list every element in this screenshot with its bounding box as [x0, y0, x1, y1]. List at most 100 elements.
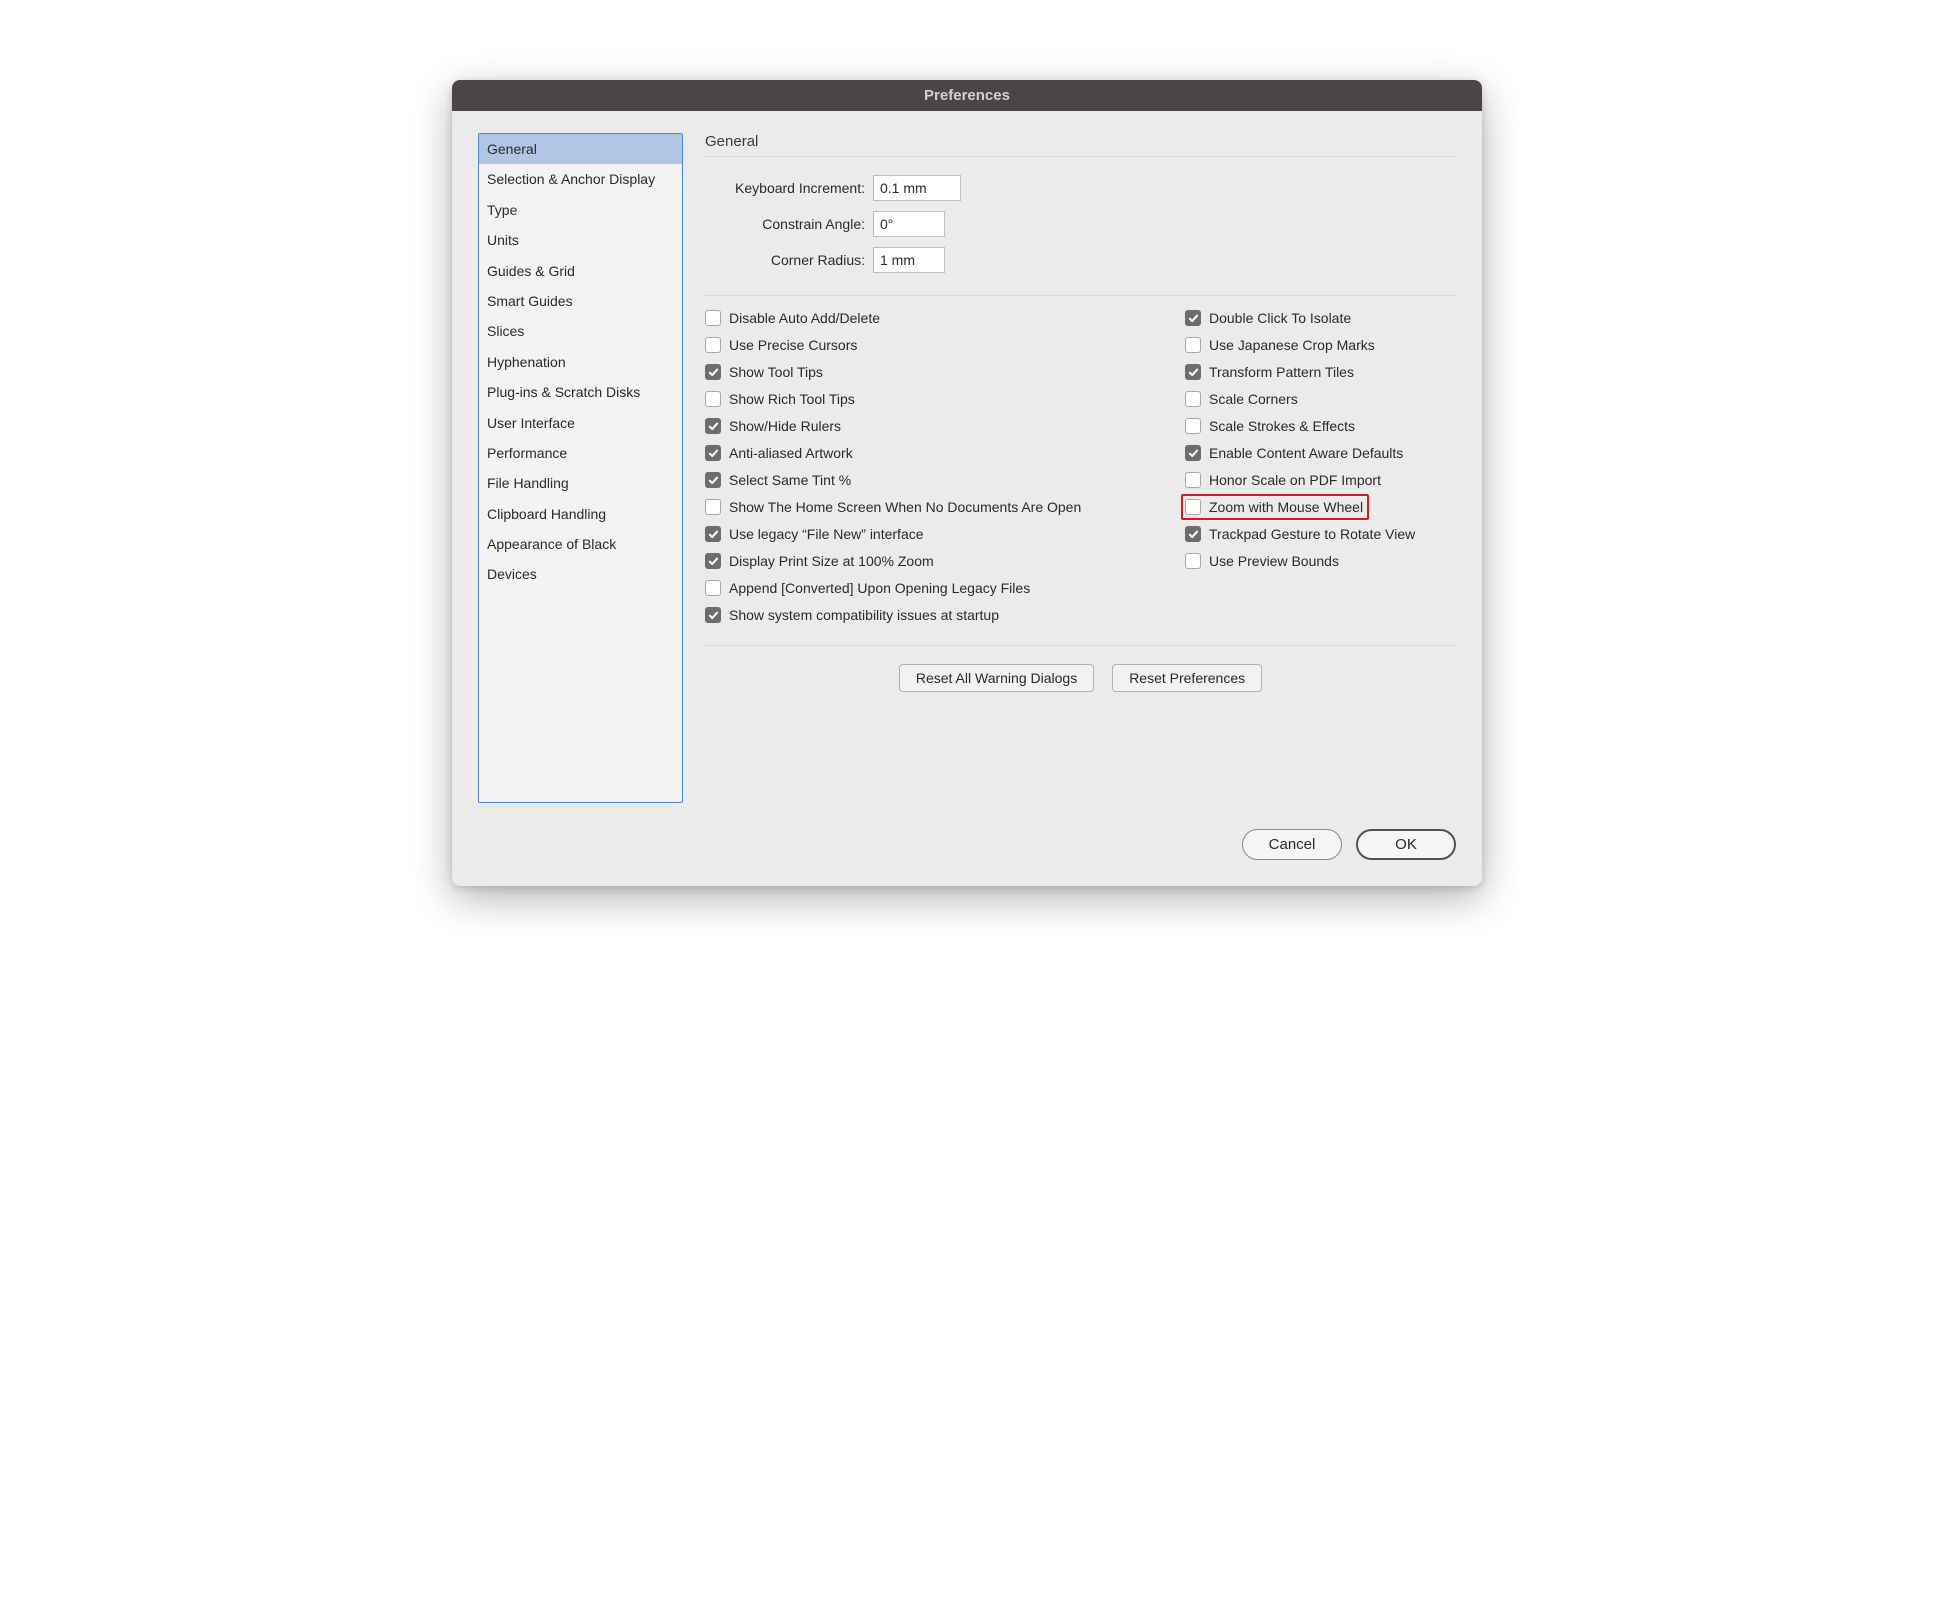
checkbox-box[interactable] [705, 418, 721, 434]
checkbox-zoom-with-mouse-wheel[interactable]: Zoom with Mouse Wheel [1185, 499, 1363, 515]
checkbox-box[interactable] [705, 607, 721, 623]
checkbox-anti-aliased-artwork[interactable]: Anti-aliased Artwork [705, 445, 1171, 461]
checkbox-box[interactable] [705, 391, 721, 407]
checkbox-label: Trackpad Gesture to Rotate View [1209, 526, 1415, 542]
checkbox-disable-auto-add-delete[interactable]: Disable Auto Add/Delete [705, 310, 1171, 326]
checkbox-column-left: Disable Auto Add/Delete Use Precise Curso… [705, 310, 1171, 623]
checkbox-box[interactable] [1185, 418, 1201, 434]
checkbox-use-japanese-crop-marks[interactable]: Use Japanese Crop Marks [1185, 337, 1456, 353]
checkbox-select-same-tint[interactable]: Select Same Tint % [705, 472, 1171, 488]
checkbox-box[interactable] [1185, 553, 1201, 569]
checkbox-label: Anti-aliased Artwork [729, 445, 853, 461]
cancel-button[interactable]: Cancel [1242, 829, 1342, 860]
checkbox-box[interactable] [705, 580, 721, 596]
checkbox-box[interactable] [705, 337, 721, 353]
checkbox-enable-content-aware-defaults[interactable]: Enable Content Aware Defaults [1185, 445, 1456, 461]
checkbox-use-precise-cursors[interactable]: Use Precise Cursors [705, 337, 1171, 353]
checkbox-transform-pattern-tiles[interactable]: Transform Pattern Tiles [1185, 364, 1456, 380]
checkbox-honor-scale-on-pdf-import[interactable]: Honor Scale on PDF Import [1185, 472, 1456, 488]
checkbox-box[interactable] [1185, 445, 1201, 461]
checkbox-use-legacy-file-new-interface[interactable]: Use legacy “File New” interface [705, 526, 1171, 542]
checkbox-display-print-size-at-100-zoom[interactable]: Display Print Size at 100% Zoom [705, 553, 1171, 569]
sidebar-item-user-interface[interactable]: User Interface [479, 408, 682, 438]
checkbox-label: Use legacy “File New” interface [729, 526, 924, 542]
checkbox-box[interactable] [705, 445, 721, 461]
checkbox-box[interactable] [705, 553, 721, 569]
checkbox-label: Disable Auto Add/Delete [729, 310, 880, 326]
sidebar-item-selection-anchor-display[interactable]: Selection & Anchor Display [479, 164, 682, 194]
keyboard-increment-input[interactable] [873, 175, 961, 201]
numeric-fields-group: Keyboard Increment: Constrain Angle: Cor… [705, 175, 1456, 273]
sidebar-item-guides-grid[interactable]: Guides & Grid [479, 256, 682, 286]
window-title: Preferences [924, 87, 1010, 104]
checkbox-box[interactable] [705, 364, 721, 380]
checkbox-scale-corners[interactable]: Scale Corners [1185, 391, 1456, 407]
checkbox-label: Select Same Tint % [729, 472, 851, 488]
checkbox-box[interactable] [1185, 499, 1201, 515]
dialog-footer: Cancel OK [452, 829, 1482, 886]
corner-radius-input[interactable] [873, 247, 945, 273]
checkbox-box[interactable] [1185, 364, 1201, 380]
checkbox-box[interactable] [1185, 337, 1201, 353]
sidebar-item-smart-guides[interactable]: Smart Guides [479, 286, 682, 316]
sidebar-item-devices[interactable]: Devices [479, 559, 682, 589]
sidebar-item-performance[interactable]: Performance [479, 438, 682, 468]
sidebar-item-hyphenation[interactable]: Hyphenation [479, 347, 682, 377]
checkbox-use-preview-bounds[interactable]: Use Preview Bounds [1185, 553, 1456, 569]
constrain-angle-row: Constrain Angle: [705, 211, 1456, 237]
checkbox-box[interactable] [1185, 472, 1201, 488]
sidebar-item-appearance-of-black[interactable]: Appearance of Black [479, 529, 682, 559]
checkbox-box[interactable] [705, 310, 721, 326]
sidebar-item-general[interactable]: General [479, 134, 682, 164]
ok-button[interactable]: OK [1356, 829, 1456, 860]
checkbox-label: Show system compatibility issues at star… [729, 607, 999, 623]
sidebar-item-plug-ins-scratch-disks[interactable]: Plug-ins & Scratch Disks [479, 377, 682, 407]
highlight-annotation: Zoom with Mouse Wheel [1181, 494, 1369, 520]
checkbox-show-system-compatibility-issues-at-startup[interactable]: Show system compatibility issues at star… [705, 607, 1171, 623]
keyboard-increment-row: Keyboard Increment: [705, 175, 1456, 201]
preferences-main-panel: General Keyboard Increment: Constrain An… [705, 133, 1456, 803]
divider [705, 295, 1456, 296]
checkbox-show-the-home-screen-when-no-documents-are-open[interactable]: Show The Home Screen When No Documents A… [705, 499, 1171, 515]
reset-preferences-button[interactable]: Reset Preferences [1112, 664, 1262, 692]
constrain-angle-input[interactable] [873, 211, 945, 237]
checkbox-label: Transform Pattern Tiles [1209, 364, 1354, 380]
checkbox-label: Zoom with Mouse Wheel [1209, 499, 1363, 515]
preference-category-sidebar: GeneralSelection & Anchor DisplayTypeUni… [478, 133, 683, 803]
checkbox-label: Display Print Size at 100% Zoom [729, 553, 934, 569]
checkbox-trackpad-gesture-to-rotate-view[interactable]: Trackpad Gesture to Rotate View [1185, 526, 1456, 542]
checkbox-scale-strokes-effects[interactable]: Scale Strokes & Effects [1185, 418, 1456, 434]
checkbox-box[interactable] [1185, 391, 1201, 407]
sidebar-item-type[interactable]: Type [479, 195, 682, 225]
checkbox-box[interactable] [705, 472, 721, 488]
checkbox-show-tool-tips[interactable]: Show Tool Tips [705, 364, 1171, 380]
corner-radius-label: Corner Radius: [705, 252, 865, 268]
reset-warning-dialogs-button[interactable]: Reset All Warning Dialogs [899, 664, 1094, 692]
sidebar-item-clipboard-handling[interactable]: Clipboard Handling [479, 499, 682, 529]
checkbox-grid: Disable Auto Add/Delete Use Precise Curso… [705, 310, 1456, 623]
checkbox-append-converted-upon-opening-legacy-files[interactable]: Append [Converted] Upon Opening Legacy F… [705, 580, 1171, 596]
section-title: General [705, 133, 1456, 157]
checkbox-label: Append [Converted] Upon Opening Legacy F… [729, 580, 1030, 596]
checkbox-label: Scale Corners [1209, 391, 1298, 407]
checkbox-box[interactable] [1185, 526, 1201, 542]
checkbox-label: Honor Scale on PDF Import [1209, 472, 1381, 488]
checkbox-box[interactable] [705, 526, 721, 542]
sidebar-item-units[interactable]: Units [479, 225, 682, 255]
keyboard-increment-label: Keyboard Increment: [705, 180, 865, 196]
checkbox-label: Use Preview Bounds [1209, 553, 1339, 569]
checkbox-show-rich-tool-tips[interactable]: Show Rich Tool Tips [705, 391, 1171, 407]
sidebar-item-file-handling[interactable]: File Handling [479, 468, 682, 498]
corner-radius-row: Corner Radius: [705, 247, 1456, 273]
constrain-angle-label: Constrain Angle: [705, 216, 865, 232]
checkbox-double-click-to-isolate[interactable]: Double Click To Isolate [1185, 310, 1456, 326]
sidebar-item-slices[interactable]: Slices [479, 316, 682, 346]
checkbox-show-hide-rulers[interactable]: Show/Hide Rulers [705, 418, 1171, 434]
checkbox-label: Enable Content Aware Defaults [1209, 445, 1403, 461]
checkbox-label: Show Tool Tips [729, 364, 823, 380]
checkbox-box[interactable] [705, 499, 721, 515]
reset-buttons-row: Reset All Warning Dialogs Reset Preferen… [705, 645, 1456, 692]
preferences-window: Preferences GeneralSelection & Anchor Di… [452, 80, 1482, 886]
checkbox-label: Double Click To Isolate [1209, 310, 1351, 326]
checkbox-box[interactable] [1185, 310, 1201, 326]
